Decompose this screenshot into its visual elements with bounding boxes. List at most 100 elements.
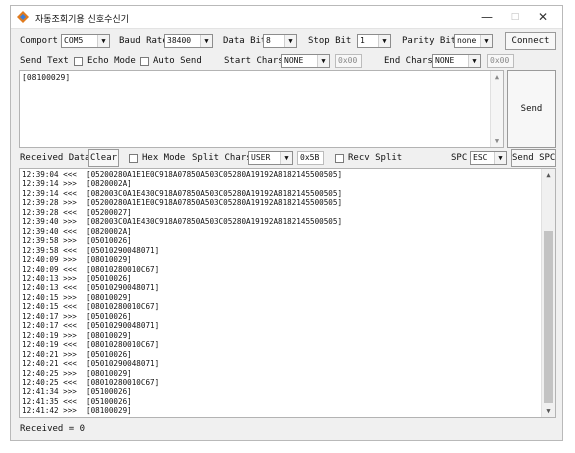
- scroll-up-icon[interactable]: ▲: [542, 169, 555, 181]
- scrollbar-thumb[interactable]: [544, 231, 553, 403]
- log-line: 12:40:09 >>> [08010029]: [22, 255, 132, 265]
- recv-split-checkbox[interactable]: [335, 154, 344, 163]
- recv-split-label: Recv Split: [348, 153, 403, 163]
- stop-bit-value: 1: [360, 36, 365, 45]
- maximize-button[interactable]: □: [501, 7, 529, 27]
- log-line: 12:40:15 >>> [08010029]: [22, 292, 132, 302]
- log-line: 12:41:34 >>> [05100026]: [22, 387, 132, 397]
- scroll-down-icon[interactable]: ▼: [491, 135, 503, 147]
- start-chars-label: Start Chars: [224, 56, 284, 66]
- window-title: 자동조회기용 신호수신기: [35, 15, 129, 25]
- receive-settings-row: Received Data Clear Hex Mode Split Chars…: [11, 148, 562, 168]
- app-window: 자동조회기용 신호수신기 — □ ✕ Comport COM5 ▼ Baud Ra…: [10, 5, 563, 441]
- start-chars-hex-field[interactable]: 0x00: [335, 54, 362, 68]
- split-chars-hex-field[interactable]: 0x5B: [297, 151, 324, 165]
- start-chars-value: NONE: [284, 56, 304, 65]
- baud-rate-value: 38400: [167, 36, 192, 45]
- log-line: 12:40:09 <<< [08010280010C67]: [22, 264, 160, 274]
- parity-bit-select[interactable]: none ▼: [454, 34, 493, 48]
- log-line: 12:39:28 >>> [05200280A1E1E0C918A07850A5…: [22, 198, 343, 208]
- spc-value: ESC: [473, 153, 488, 162]
- echo-mode-checkbox[interactable]: [74, 57, 83, 66]
- log-line: 12:40:19 >>> [08010029]: [22, 330, 132, 340]
- log-line: 12:41:43 <<< [08100029]: [22, 416, 342, 417]
- send-text-value: [08100029]: [22, 73, 71, 82]
- split-chars-label: Split Chars: [192, 153, 252, 163]
- log-line: 12:39:04 <<< [05200280A1E1E0C918A07850A5…: [22, 170, 343, 179]
- data-bit-label: Data Bit: [223, 36, 267, 46]
- auto-send-checkbox[interactable]: [140, 57, 149, 66]
- log-line: 12:39:40 >>> [082003C0A1E430C918A07850A5…: [22, 217, 343, 227]
- parity-bit-value: none: [457, 36, 477, 45]
- end-chars-value: NONE: [435, 56, 455, 65]
- app-icon: [16, 10, 30, 24]
- log-line: 12:40:21 <<< [05010290048071]: [22, 359, 160, 369]
- log-line: 12:39:14 >>> [0820002A]: [22, 179, 132, 189]
- log-line: 12:40:13 <<< [05010290048071]: [22, 283, 160, 293]
- received-count: Received = 0: [20, 424, 86, 434]
- log-line: 12:40:21 >>> [05010026]: [22, 349, 132, 359]
- scroll-down-icon[interactable]: ▼: [542, 405, 555, 417]
- log-line: 12:39:58 <<< [05010290048071]: [22, 245, 160, 255]
- send-spc-button[interactable]: Send SPC: [511, 149, 556, 167]
- received-log[interactable]: 12:39:04 <<< [05200280A1E1E0C918A07850A5…: [19, 168, 556, 418]
- log-line: 12:39:40 <<< [0820002A]: [22, 226, 132, 236]
- send-textarea[interactable]: [08100029] ▲ ▼: [19, 70, 504, 148]
- comport-label: Comport: [20, 36, 58, 46]
- title-bar[interactable]: 자동조회기용 신호수신기 — □ ✕: [11, 6, 562, 29]
- log-line: 12:40:13 >>> [05010026]: [22, 273, 132, 283]
- stop-bit-select[interactable]: 1 ▼: [357, 34, 391, 48]
- baud-rate-label: Baud Rate: [119, 36, 168, 46]
- chevron-down-icon: ▼: [97, 35, 109, 47]
- log-line: 12:40:19 <<< [08010280010C67]: [22, 340, 160, 350]
- log-line: 12:40:25 <<< [08010280010C67]: [22, 377, 160, 387]
- end-chars-hex-field[interactable]: 0x00: [487, 54, 514, 68]
- echo-mode-label: Echo Mode: [87, 56, 136, 66]
- split-chars-select[interactable]: USER ▼: [248, 151, 293, 165]
- log-line: 12:40:15 <<< [08010280010C67]: [22, 302, 160, 312]
- end-chars-label: End Chars: [384, 56, 433, 66]
- log-line: 12:40:25 >>> [08010029]: [22, 368, 132, 378]
- log-line: 12:39:14 <<< [082003C0A1E430C918A07850A5…: [22, 188, 343, 198]
- chevron-down-icon: ▼: [280, 152, 292, 164]
- log-line: 12:40:17 <<< [05010290048071]: [22, 321, 160, 331]
- end-chars-select[interactable]: NONE ▼: [432, 54, 481, 68]
- scroll-up-icon[interactable]: ▲: [491, 71, 503, 83]
- chevron-down-icon: ▼: [200, 35, 212, 47]
- received-data-label: Received Data: [20, 153, 91, 163]
- data-bit-value: 8: [266, 36, 271, 45]
- send-button[interactable]: Send: [507, 70, 556, 148]
- start-chars-select[interactable]: NONE ▼: [281, 54, 330, 68]
- send-scrollbar[interactable]: ▲ ▼: [490, 71, 503, 147]
- comport-value: COM5: [64, 36, 84, 45]
- spc-select[interactable]: ESC ▼: [470, 151, 507, 165]
- send-settings-row: Send Text Echo Mode Auto Send Start Char…: [11, 51, 562, 71]
- clear-button[interactable]: Clear: [88, 149, 119, 167]
- spc-label: SPC: [451, 153, 468, 163]
- chevron-down-icon: ▼: [378, 35, 390, 47]
- received-scrollbar[interactable]: ▲ ▼: [541, 169, 555, 417]
- chevron-down-icon: ▼: [494, 152, 506, 164]
- chevron-down-icon: ▼: [468, 55, 480, 67]
- stop-bit-label: Stop Bit: [308, 36, 352, 46]
- close-button[interactable]: ✕: [529, 7, 557, 27]
- hex-mode-checkbox[interactable]: [129, 154, 138, 163]
- connection-settings-row: Comport COM5 ▼ Baud Rate 38400 ▼ Data Bit …: [11, 31, 562, 51]
- comport-select[interactable]: COM5 ▼: [61, 34, 110, 48]
- log-lines: 12:39:04 <<< [05200280A1E1E0C918A07850A5…: [22, 170, 343, 417]
- chevron-down-icon: ▼: [317, 55, 329, 67]
- baud-rate-select[interactable]: 38400 ▼: [164, 34, 213, 48]
- log-line: 12:40:17 >>> [05010026]: [22, 311, 132, 321]
- log-line: 12:41:35 <<< [05100026]: [22, 396, 132, 406]
- auto-send-label: Auto Send: [153, 56, 202, 66]
- data-bit-select[interactable]: 8 ▼: [263, 34, 297, 48]
- log-line: 12:41:42 >>> [08100029]: [22, 406, 132, 416]
- parity-bit-label: Parity Bit: [402, 36, 457, 46]
- send-text-label: Send Text: [20, 56, 69, 66]
- chevron-down-icon: ▼: [284, 35, 296, 47]
- hex-mode-label: Hex Mode: [142, 153, 186, 163]
- log-line: 12:39:58 >>> [05010026]: [22, 236, 132, 246]
- minimize-button[interactable]: —: [473, 7, 501, 27]
- connect-button[interactable]: Connect: [505, 32, 556, 50]
- log-line: 12:39:28 <<< [05200027]: [22, 207, 132, 217]
